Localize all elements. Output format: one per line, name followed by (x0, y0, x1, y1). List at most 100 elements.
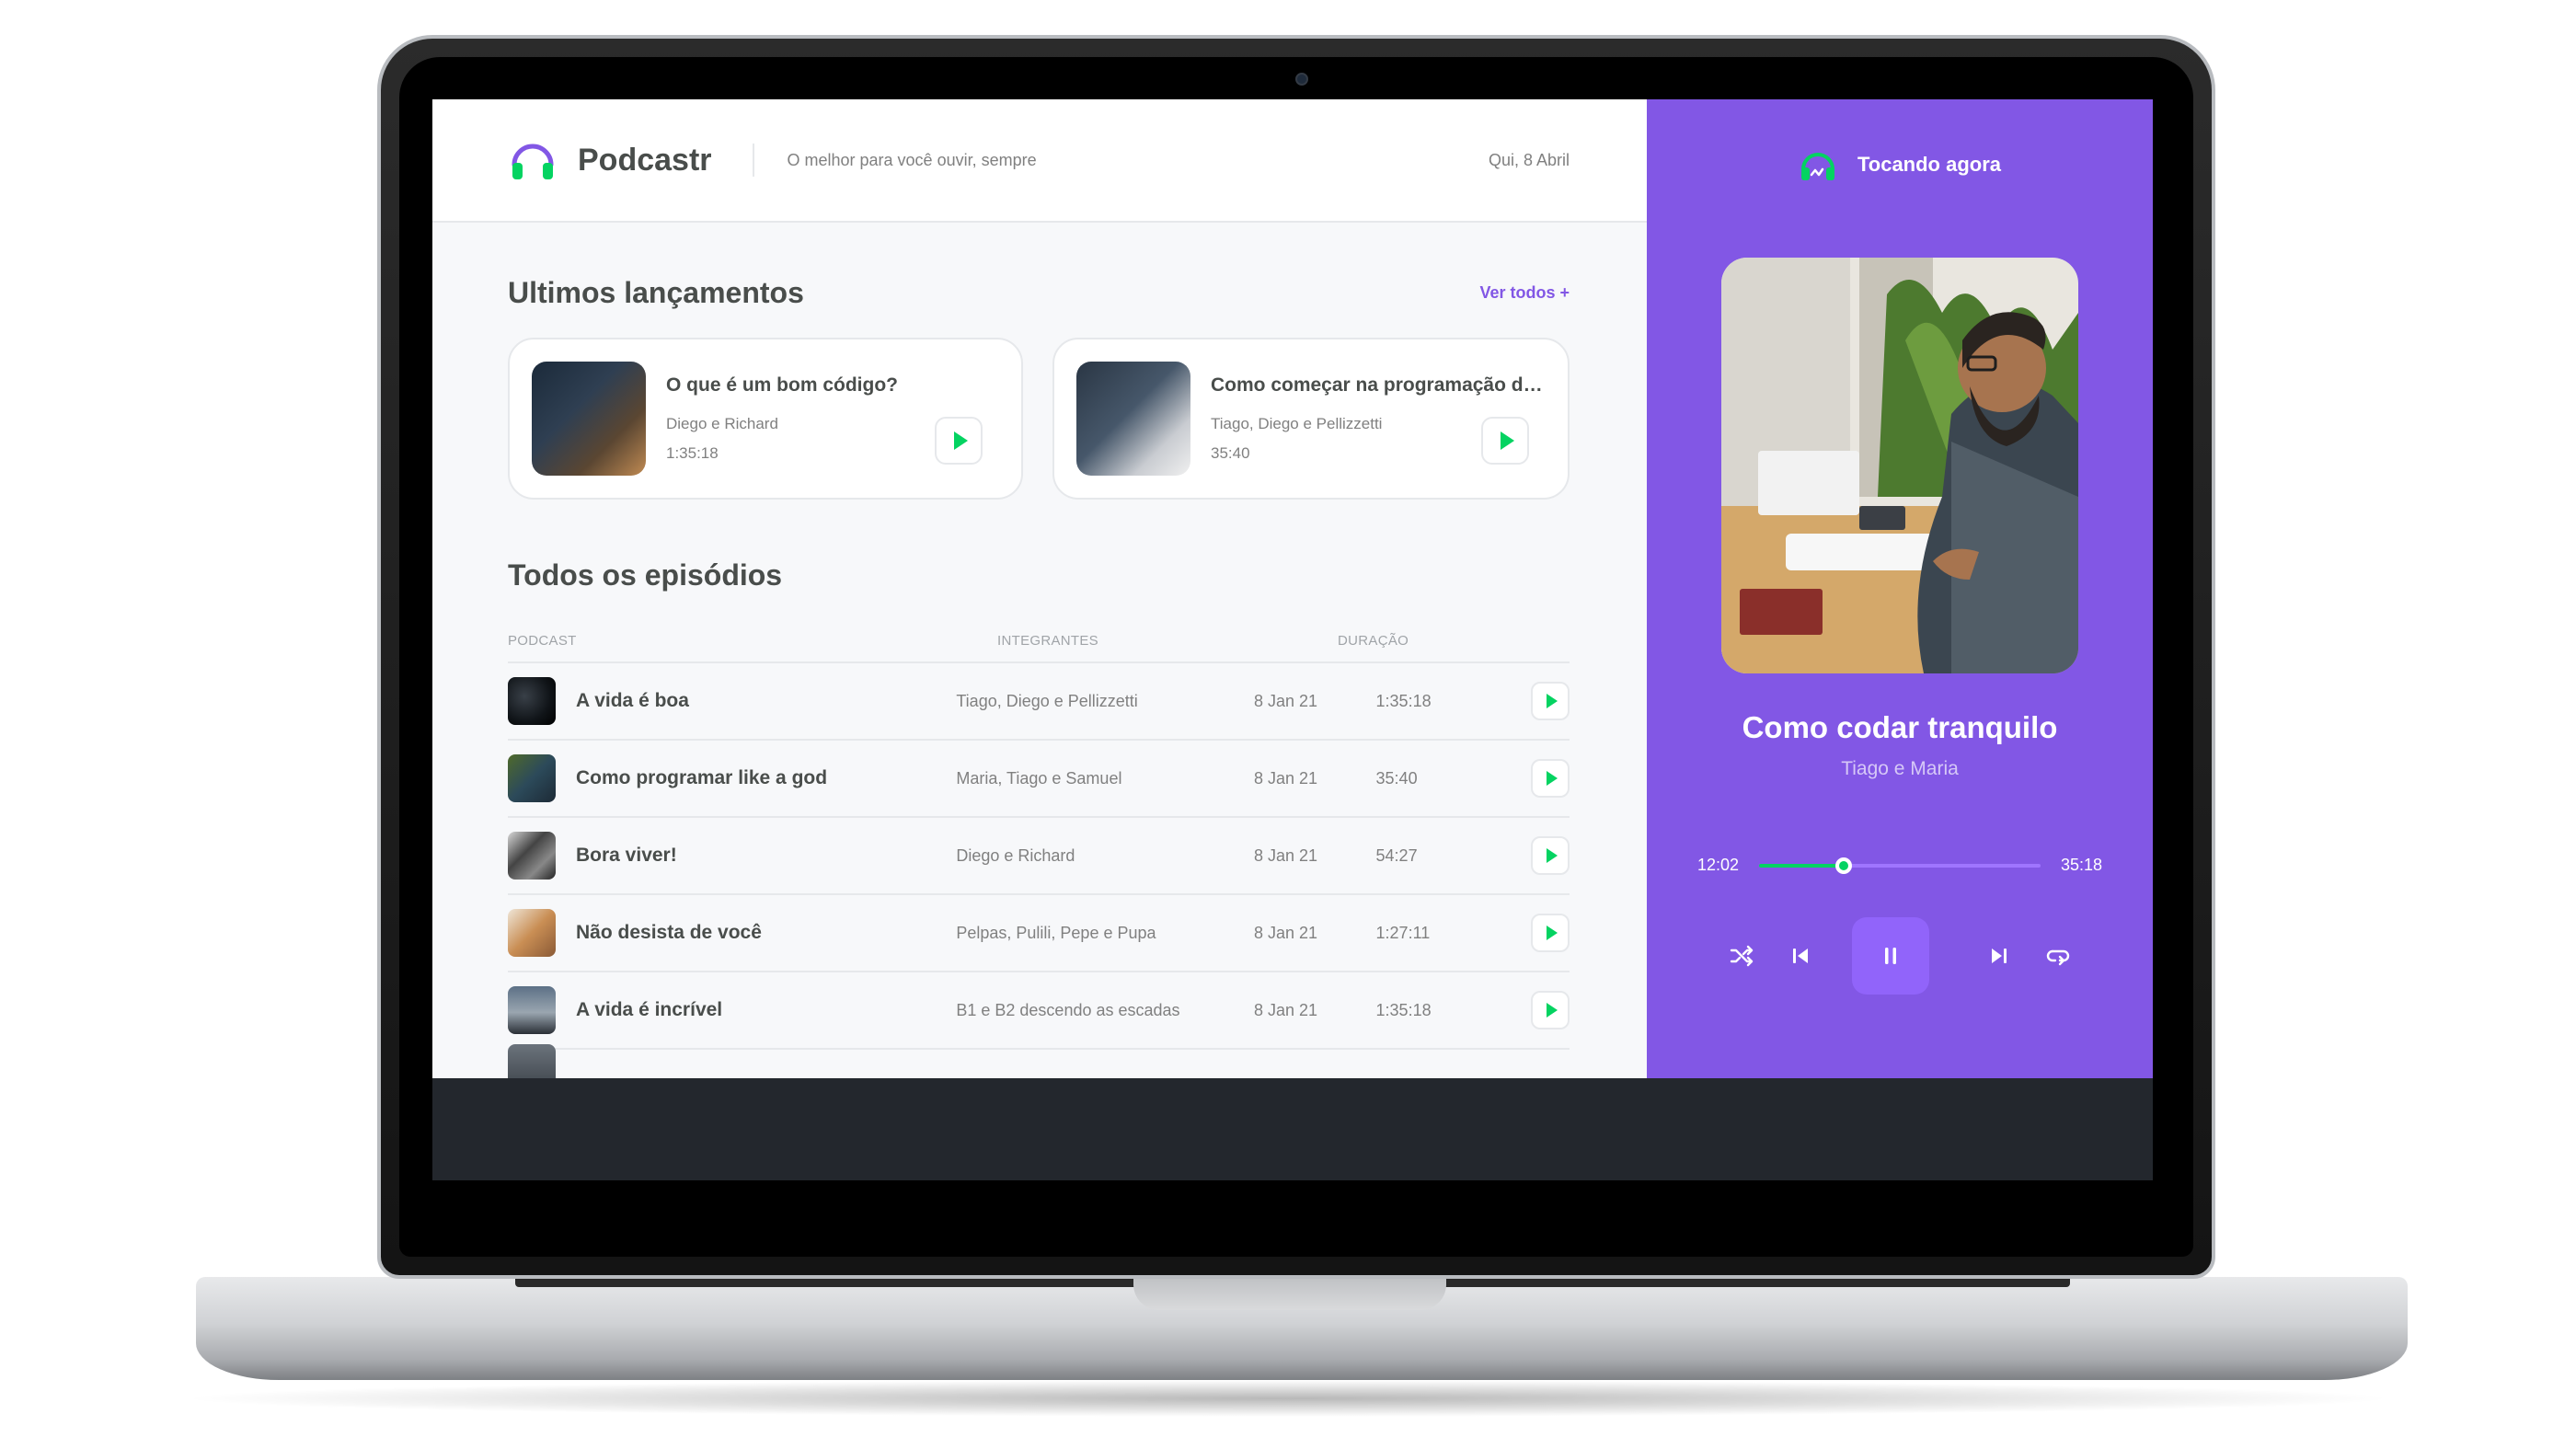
episode-thumbnail (508, 986, 556, 1034)
repeat-button[interactable] (2038, 936, 2078, 976)
playback-controls (1721, 917, 2078, 995)
episode-members: Pelpas, Pulili, Pepe e Pupa (956, 923, 1156, 942)
shuffle-button[interactable] (1721, 936, 1762, 976)
column-podcast: Podcast (508, 633, 577, 649)
play-icon (1547, 771, 1558, 786)
player-panel: Tocando agora Como codar tranquilo Tiago… (1647, 99, 2153, 1078)
progress-bar: 12:02 35:18 (1697, 856, 2102, 875)
column-duration: Duração (1338, 633, 1409, 649)
logo[interactable]: Podcastr (508, 135, 712, 185)
episode-date: 8 Jan 21 (1253, 768, 1318, 788)
podcastr-app: Podcastr O melhor para você ouvir, sempr… (432, 99, 2153, 1078)
table-row[interactable]: Bora viver! Diego e Richard 8 Jan 21 54:… (508, 818, 1570, 895)
episode-duration: 1:35:18 (1375, 691, 1432, 710)
latest-cards: O que é um bom código? Diego e Richard 1… (508, 338, 1570, 500)
latest-title: Ultimos lançamentos (508, 276, 804, 309)
current-date: Qui, 8 Abril (1488, 150, 1570, 169)
table-header: Podcast Integrantes Duração (508, 633, 1570, 663)
table-row[interactable]: A vida é boa Tiago, Diego e Pellizzetti … (508, 663, 1570, 741)
play-button[interactable] (1481, 417, 1529, 465)
table-row[interactable]: A vida é incrível B1 e B2 descendo as es… (508, 972, 1570, 1050)
play-icon (1547, 1003, 1558, 1018)
player-header: Tocando agora (1799, 145, 2001, 184)
episode-card[interactable]: Como começar na programação do jeito cer… (1052, 338, 1570, 500)
app-name: Podcastr (578, 142, 712, 178)
play-icon (1547, 926, 1558, 940)
table-row[interactable]: Não desista de você Pelpas, Pulili, Pepe… (508, 895, 1570, 972)
play-button[interactable] (1531, 836, 1570, 875)
pause-icon (1885, 948, 1896, 964)
episodes-table: Podcast Integrantes Duração A vida é boa… (508, 633, 1570, 1078)
latest-header: Ultimos lançamentos Ver todos + (508, 276, 1570, 310)
episode-title[interactable]: Como começar na programação do jeito cer… (1211, 374, 1546, 397)
next-button[interactable] (1979, 936, 2019, 976)
episode-members: Maria, Tiago e Samuel (956, 768, 1122, 788)
episode-members: Tiago, Diego e Pellizzetti (956, 691, 1138, 710)
episode-cover (1721, 258, 2078, 673)
now-playing-members: Tiago e Maria (1841, 758, 1959, 779)
progress-handle[interactable] (1834, 857, 1852, 874)
app-header: Podcastr O melhor para você ouvir, sempr… (432, 99, 1647, 223)
laptop-screen: Podcastr O melhor para você ouvir, sempr… (432, 99, 2153, 1180)
episode-thumbnail (508, 909, 556, 957)
episode-title[interactable]: A vida é incrível (576, 999, 722, 1021)
all-episodes: Todos os episódios Podcast Integrantes D… (432, 558, 1647, 1078)
play-button[interactable] (1531, 991, 1570, 1029)
row-podcast: A vida é incrível (508, 986, 956, 1034)
pause-button[interactable] (1852, 917, 1929, 995)
elapsed-time: 12:02 (1697, 856, 1740, 874)
headphones-icon (512, 144, 554, 179)
column-members: Integrantes (997, 633, 1098, 649)
play-button[interactable] (1531, 914, 1570, 952)
row-podcast (508, 1044, 968, 1078)
episode-thumbnail (508, 1044, 556, 1078)
episode-thumbnail (532, 362, 646, 476)
play-icon (953, 431, 968, 450)
episode-card[interactable]: O que é um bom código? Diego e Richard 1… (508, 338, 1023, 500)
header-divider (752, 144, 754, 177)
repeat-icon (2046, 949, 2070, 966)
previous-button[interactable] (1780, 936, 1821, 976)
episode-title[interactable]: Não desista de você (576, 922, 762, 944)
progress-slider[interactable] (1759, 857, 2041, 874)
row-podcast: Bora viver! (508, 832, 956, 880)
camera-icon (1295, 73, 1308, 86)
laptop-notch (1133, 1277, 1446, 1310)
episode-duration: 1:27:11 (1375, 923, 1431, 942)
play-button[interactable] (935, 417, 983, 465)
laptop-shadow (175, 1380, 2401, 1417)
episode-duration: 54:27 (1375, 845, 1418, 865)
episode-title[interactable]: O que é um bom código? (666, 374, 999, 397)
now-playing-title: Como codar tranquilo (1742, 710, 2058, 744)
play-button[interactable] (1531, 759, 1570, 798)
all-episodes-title: Todos os episódios (508, 558, 783, 592)
shuffle-icon (1730, 945, 1754, 967)
episode-title[interactable]: Como programar like a god (576, 767, 827, 789)
total-time: 35:18 (2060, 856, 2102, 874)
play-icon (1547, 694, 1558, 708)
latest-releases: Ultimos lançamentos Ver todos + O que é … (432, 276, 1647, 500)
next-icon (1992, 949, 2007, 963)
play-icon (1547, 848, 1558, 863)
episode-duration: 1:35:18 (1375, 1000, 1432, 1019)
playing-headphones-icon (1800, 153, 1834, 180)
episode-date: 8 Jan 21 (1253, 1000, 1318, 1019)
progress-fill (1759, 863, 1844, 868)
play-button[interactable] (1531, 682, 1570, 720)
main-content: Podcastr O melhor para você ouvir, sempr… (432, 99, 1647, 1078)
play-icon (1500, 431, 1514, 450)
row-podcast: Como programar like a god (508, 754, 956, 802)
table-row-partial[interactable] (508, 1044, 1570, 1078)
episode-thumbnail (508, 677, 556, 725)
episode-duration: 35:40 (1375, 768, 1418, 788)
cover-image (1721, 258, 2078, 673)
see-all-link[interactable]: Ver todos + (1479, 283, 1570, 303)
episode-title[interactable]: A vida é boa (576, 690, 689, 712)
episode-title[interactable]: Bora viver! (576, 845, 677, 867)
episode-thumbnail (508, 754, 556, 802)
episode-date: 8 Jan 21 (1253, 845, 1318, 865)
table-row[interactable]: Como programar like a god Maria, Tiago e… (508, 741, 1570, 818)
episode-members: B1 e B2 descendo as escadas (956, 1000, 1180, 1019)
row-podcast: Não desista de você (508, 909, 956, 957)
episode-members: Diego e Richard (956, 845, 1075, 865)
